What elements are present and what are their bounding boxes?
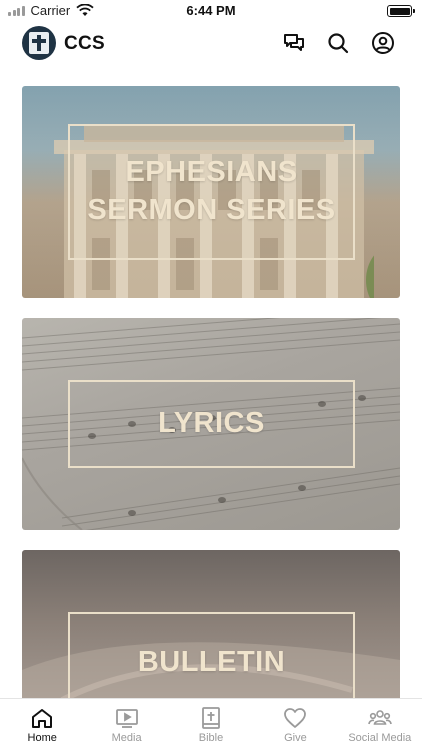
tab-label: Home: [27, 732, 57, 744]
tab-label: Give: [284, 732, 307, 744]
tab-label: Media: [111, 732, 142, 744]
card-title: EPHESIANS SERMON SERIES: [87, 156, 336, 226]
lyrics-card[interactable]: LYRICS: [22, 318, 400, 530]
search-icon: [328, 33, 349, 54]
tab-social-media[interactable]: Social Media: [338, 699, 422, 750]
heart-icon: [284, 708, 307, 728]
church-logo[interactable]: [22, 26, 56, 60]
profile-button[interactable]: [370, 30, 396, 56]
clock-time: 6:44 PM: [186, 3, 236, 18]
card-frame: LYRICS: [68, 380, 355, 468]
play-screen-icon: [115, 709, 138, 728]
tab-home[interactable]: Home: [0, 699, 84, 750]
home-icon: [32, 709, 53, 728]
messages-button[interactable]: [281, 30, 307, 56]
card-frame: BULLETIN: [68, 612, 355, 710]
tab-label: Bible: [198, 732, 224, 744]
account-icon: [372, 32, 394, 54]
tab-media[interactable]: Media: [84, 699, 168, 750]
bottom-tab-bar: Home Media Bible Give Social Media: [0, 698, 422, 750]
tab-give[interactable]: Give: [253, 699, 337, 750]
status-bar: Carrier 6:44 PM: [0, 0, 422, 22]
cross-icon: [29, 32, 49, 54]
card-title: LYRICS: [158, 407, 265, 440]
bible-icon: [202, 707, 220, 729]
bulletin-card[interactable]: BULLETIN: [22, 550, 400, 710]
chat-bubbles-icon: [284, 34, 304, 51]
card-frame: EPHESIANS SERMON SERIES: [68, 124, 355, 260]
card-title: BULLETIN: [137, 646, 286, 679]
tab-bible[interactable]: Bible: [169, 699, 253, 750]
app-header: CCS: [0, 24, 422, 64]
people-icon: [368, 710, 392, 725]
battery-icon: [387, 5, 415, 17]
tab-label: Social Media: [348, 732, 412, 744]
ephesians-sermon-series-card[interactable]: EPHESIANS SERMON SERIES: [22, 86, 400, 298]
search-button[interactable]: [325, 30, 351, 56]
app-title: CCS: [64, 33, 106, 54]
